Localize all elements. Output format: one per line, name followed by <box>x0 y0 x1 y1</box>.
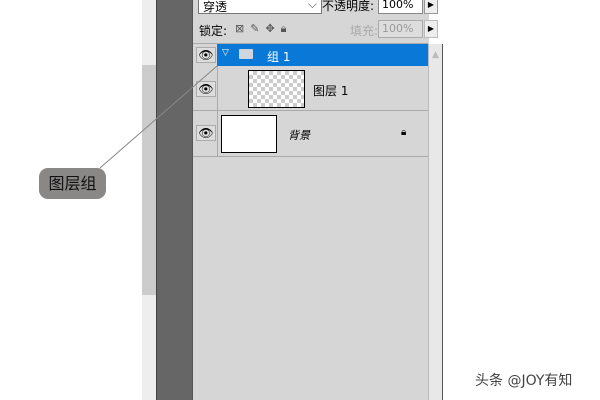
callout-label: 图层组 <box>39 168 106 199</box>
watermark: 头条 @JOY有知 <box>475 373 573 389</box>
callout-line <box>99 65 218 169</box>
